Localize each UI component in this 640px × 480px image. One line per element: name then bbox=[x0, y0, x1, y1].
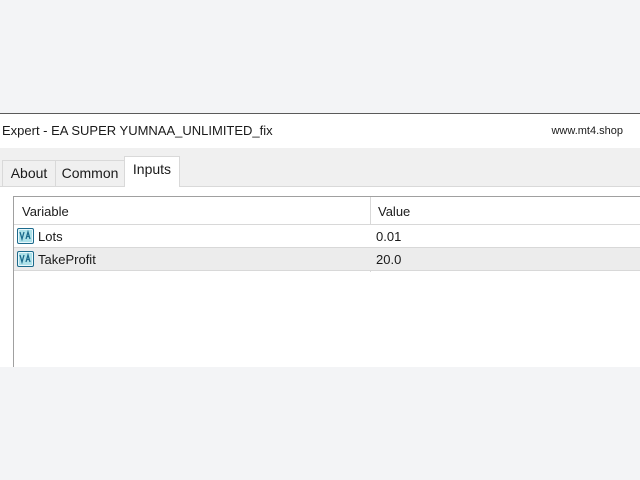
va-variable-icon bbox=[17, 228, 34, 244]
column-header-variable[interactable]: Variable bbox=[22, 204, 69, 219]
tab-strip: About Common Inputs bbox=[0, 148, 640, 187]
column-header-value[interactable]: Value bbox=[378, 204, 410, 219]
grid-header: Variable Value bbox=[14, 197, 640, 225]
table-row[interactable]: Lots 0.01 bbox=[14, 225, 640, 248]
variable-value[interactable]: 20.0 bbox=[376, 252, 401, 267]
tab-common[interactable]: Common bbox=[55, 160, 125, 186]
background-top bbox=[0, 0, 640, 113]
tab-about[interactable]: About bbox=[2, 160, 56, 186]
background-bottom bbox=[0, 367, 640, 480]
expert-properties-dialog: Expert - EA SUPER YUMNAA_UNLIMITED_fix w… bbox=[0, 113, 640, 369]
watermark-text: www.mt4.shop bbox=[551, 125, 623, 137]
inputs-panel: Variable Value Lots 0.01 TakeProfit 20.0 bbox=[0, 186, 640, 369]
variable-value[interactable]: 0.01 bbox=[376, 229, 401, 244]
variable-name: TakeProfit bbox=[38, 252, 96, 267]
table-row[interactable]: TakeProfit 20.0 bbox=[14, 248, 640, 271]
window-title: Expert - EA SUPER YUMNAA_UNLIMITED_fix bbox=[2, 123, 273, 138]
title-bar: Expert - EA SUPER YUMNAA_UNLIMITED_fix w… bbox=[0, 114, 640, 148]
variable-name: Lots bbox=[38, 229, 63, 244]
inputs-grid: Variable Value Lots 0.01 TakeProfit 20.0 bbox=[13, 196, 640, 369]
va-variable-icon bbox=[17, 251, 34, 267]
tab-inputs[interactable]: Inputs bbox=[124, 156, 180, 187]
